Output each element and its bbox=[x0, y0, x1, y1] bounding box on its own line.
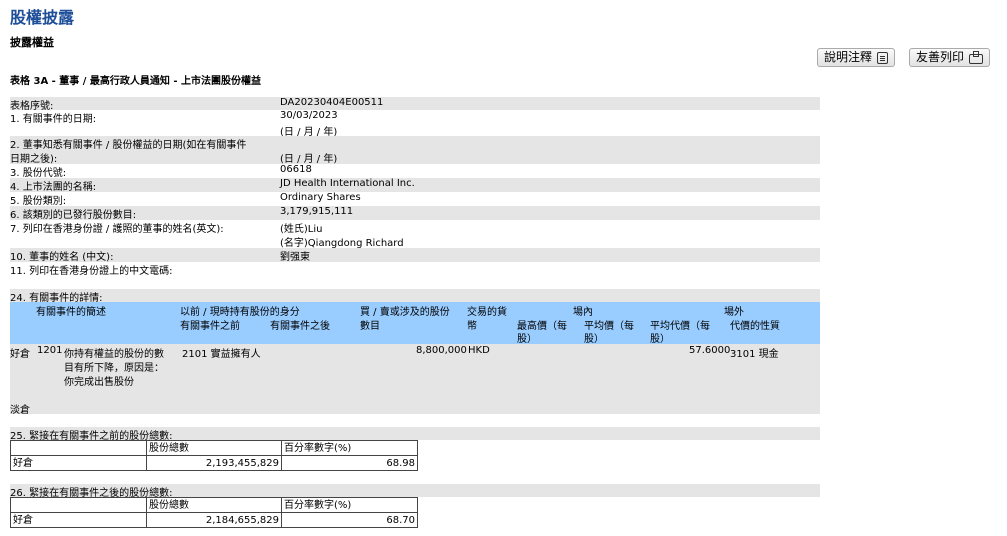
offex-avg-value: 57.6000 bbox=[689, 345, 731, 356]
section26-heading-row: 26. 緊接在有關事件之後的股份總數: bbox=[10, 484, 820, 499]
director-chinese-name-value: 劉强東 bbox=[280, 252, 310, 263]
hdr-currency-2: 幣 bbox=[467, 321, 477, 332]
section26-col-pct: 百分率數字(%) bbox=[281, 497, 418, 513]
form-serial-value: DA20230404E00511 bbox=[280, 97, 384, 108]
director-english-name-label: 7. 列印在香港身份證 / 護照的董事的姓名(英文): bbox=[10, 224, 224, 235]
notes-icon bbox=[877, 51, 889, 64]
section26-col-shares: 股份總數 bbox=[146, 497, 282, 513]
corporation-name-label: 4. 上市法團的名稱: bbox=[10, 182, 97, 193]
page-title: 股權披露 bbox=[10, 8, 75, 27]
section26-shares: 2,184,655,829 bbox=[146, 512, 282, 528]
nature-value: 3101 現金 bbox=[730, 349, 779, 360]
print-button[interactable]: 友善列印 bbox=[909, 48, 991, 67]
section26-pct: 68.70 bbox=[281, 512, 418, 528]
share-class-label: 5. 股份類別: bbox=[10, 196, 67, 207]
shares-value: 8,800,000 bbox=[416, 345, 467, 356]
section25-shares: 2,193,455,829 bbox=[146, 455, 282, 471]
event-code: 1201 bbox=[37, 345, 63, 356]
long-position-label: 好倉 bbox=[10, 349, 30, 360]
section24-heading-row: 24. 有關事件的詳情: bbox=[10, 289, 820, 304]
field-row-serial: 表格序號: DA20230404E00511 bbox=[10, 97, 820, 112]
hdr-currency: 交易的貨 bbox=[467, 307, 507, 318]
section25-heading-row: 25. 緊接在有關事件之前的股份總數: bbox=[10, 427, 820, 442]
section24-row-long: 好倉 1201 你持有權益的股份的數 目有所下降，原因是： 你完成出售股份 21… bbox=[10, 344, 820, 416]
hdr-on-exchange: 場內 bbox=[573, 307, 593, 318]
aware-date-label-2: 日期之後): bbox=[10, 154, 58, 165]
hdr-onex-high-2: 股） bbox=[517, 334, 537, 345]
event-desc-2: 目有所下降，原因是： bbox=[64, 363, 164, 374]
stock-code-label: 3. 股份代號: bbox=[10, 168, 67, 179]
field-row-11: 11. 列印在香港身份證上的中文電碼: bbox=[10, 262, 820, 277]
hdr-capacity-after: 有關事件之後 bbox=[270, 321, 330, 332]
aware-date-format: (日 / 月 / 年) bbox=[280, 154, 338, 165]
issued-shares-value: 3,179,915,111 bbox=[280, 206, 354, 217]
field-row-7: 7. 列印在香港身份證 / 護照的董事的姓名(英文): (姓氏)Liu (名字)… bbox=[10, 220, 820, 249]
director-surname: (姓氏)Liu bbox=[280, 224, 323, 235]
section25-pct: 68.98 bbox=[281, 455, 418, 471]
notes-button[interactable]: 說明注釋 bbox=[817, 48, 896, 67]
section26-table: 股份總數 百分率數字(%) 好倉 2,184,655,829 68.70 bbox=[10, 497, 418, 528]
page-subtitle: 披露權益 bbox=[10, 36, 54, 49]
print-button-label: 友善列印 bbox=[916, 50, 965, 64]
form-title: 表格 3A - 董事 / 最高行政人員通知 - 上市法團股份權益 bbox=[10, 76, 262, 87]
event-date-label: 1. 有關事件的日期: bbox=[10, 114, 97, 125]
section25-col-pct: 百分率數字(%) bbox=[281, 440, 418, 456]
printer-icon bbox=[969, 50, 984, 64]
issued-shares-label: 6. 該類別的已發行股份數目: bbox=[10, 210, 137, 221]
hdr-capacity: 以前 / 現時持有股份的身分 bbox=[180, 307, 300, 318]
director-chinese-name-label: 10. 董事的姓名 (中文): bbox=[10, 252, 114, 263]
section25-corner bbox=[10, 440, 147, 456]
currency-value: HKD bbox=[468, 345, 490, 356]
short-position-label: 淡倉 bbox=[10, 405, 30, 416]
field-row-4: 4. 上市法團的名稱: JD Health International Inc. bbox=[10, 178, 820, 193]
hdr-onex-avg-2: 股） bbox=[584, 334, 604, 345]
field-row-5: 5. 股份類別: Ordinary Shares bbox=[10, 192, 820, 207]
hdr-shares: 買 / 賣或涉及的股份 bbox=[360, 307, 450, 318]
field-row-1: 1. 有關事件的日期: 30/03/2023 (日 / 月 / 年) bbox=[10, 110, 820, 138]
field-row-3: 3. 股份代號: 06618 bbox=[10, 164, 820, 179]
capacity-before-value: 2101 實益擁有人 bbox=[182, 349, 261, 360]
notes-button-label: 說明注釋 bbox=[824, 50, 873, 64]
field-row-2: 2. 董事知悉有關事件 / 股份權益的日期(如在有關事件 日期之後): (日 /… bbox=[10, 136, 820, 165]
event-desc-3: 你完成出售股份 bbox=[64, 377, 134, 388]
chinese-telecode-label: 11. 列印在香港身份證上的中文電碼: bbox=[10, 266, 173, 277]
share-class-value: Ordinary Shares bbox=[280, 192, 361, 203]
section24-header: 有關事件的簡述 以前 / 現時持有股份的身分 有關事件之前 有關事件之後 買 /… bbox=[10, 302, 820, 345]
hdr-event-desc: 有關事件的簡述 bbox=[36, 307, 106, 318]
hdr-off-exchange: 場外 bbox=[724, 307, 744, 318]
event-desc-1: 你持有權益的股份的數 bbox=[64, 349, 164, 360]
hdr-offex-avg-2: 股） bbox=[650, 334, 670, 345]
director-given-name: (名字)Qiangdong Richard bbox=[280, 238, 404, 249]
section26-position: 好倉 bbox=[10, 512, 147, 528]
section26-corner bbox=[10, 497, 147, 513]
aware-date-label-1: 2. 董事知悉有關事件 / 股份權益的日期(如在有關事件 bbox=[10, 140, 247, 151]
corporation-name-value: JD Health International Inc. bbox=[280, 178, 415, 189]
hdr-offex-nature: 代價的性質 bbox=[730, 321, 780, 332]
event-date-value: 30/03/2023 bbox=[280, 110, 338, 121]
section25-table: 股份總數 百分率數字(%) 好倉 2,193,455,829 68.98 bbox=[10, 440, 418, 471]
stock-code-value: 06618 bbox=[280, 164, 312, 175]
hdr-capacity-before: 有關事件之前 bbox=[180, 321, 240, 332]
section25-col-shares: 股份總數 bbox=[146, 440, 282, 456]
field-row-6: 6. 該類別的已發行股份數目: 3,179,915,111 bbox=[10, 206, 820, 221]
hdr-shares-2: 數目 bbox=[360, 321, 380, 332]
field-row-10: 10. 董事的姓名 (中文): 劉强東 bbox=[10, 248, 820, 263]
section25-position: 好倉 bbox=[10, 455, 147, 471]
